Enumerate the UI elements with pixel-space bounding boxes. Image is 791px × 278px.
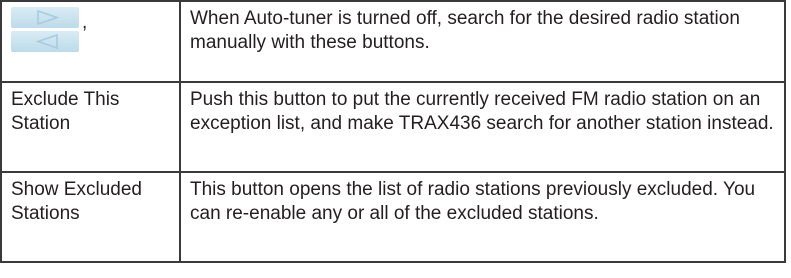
arrow-right-icon (37, 9, 60, 26)
description-cell: This button opens the list of radio stat… (179, 171, 786, 263)
table-row: , When Auto-tuner is turned off, search … (0, 0, 786, 83)
separator-comma: , (82, 12, 88, 33)
button-name-cell: Exclude This Station (0, 81, 181, 173)
button-name-cell: Show Excluded Stations (0, 171, 181, 263)
arrow-left-icon (35, 33, 58, 50)
table-row: Exclude This Station Push this button to… (0, 81, 786, 173)
description-cell: Push this button to put the currently re… (179, 81, 786, 173)
seek-backward-button (11, 31, 79, 52)
table-row: Show Excluded Stations This button opens… (0, 171, 786, 263)
seek-buttons (11, 7, 79, 52)
button-cell: , (0, 0, 181, 83)
seek-forward-button (11, 7, 79, 28)
description-cell: When Auto-tuner is turned off, search fo… (179, 0, 786, 83)
reference-table: , When Auto-tuner is turned off, search … (0, 0, 786, 263)
